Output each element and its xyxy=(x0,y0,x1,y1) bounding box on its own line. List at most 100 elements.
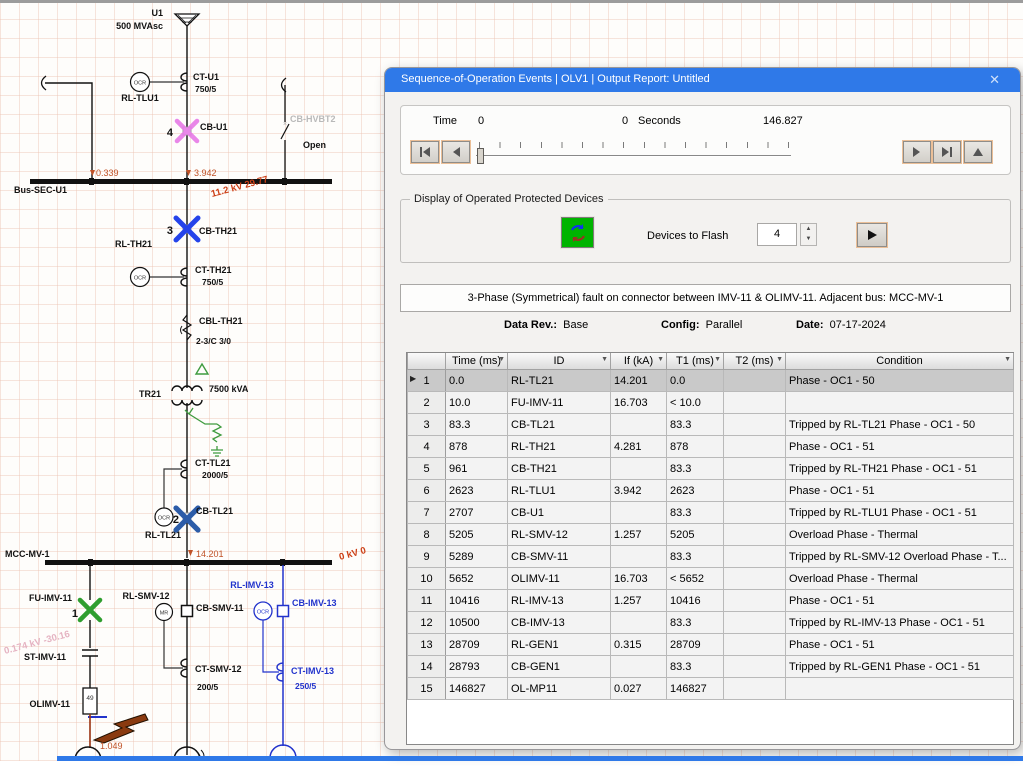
col-condition[interactable]: Condition▼ xyxy=(786,353,1014,370)
contactor-st-imv11[interactable] xyxy=(82,650,98,656)
t2-cell[interactable] xyxy=(724,392,786,414)
col-time[interactable]: Time (ms)▼ xyxy=(446,353,508,370)
row-number-cell[interactable]: 13 xyxy=(408,634,446,656)
time-cell[interactable]: 5289 xyxy=(446,546,508,568)
time-cell[interactable]: 878 xyxy=(446,436,508,458)
event-row[interactable]: 11 10416 RL-IMV-13 1.257 10416 Phase - O… xyxy=(408,590,1014,612)
step-back-button[interactable] xyxy=(442,141,470,163)
row-number-cell[interactable]: 11 xyxy=(408,590,446,612)
row-number-cell[interactable]: 6 xyxy=(408,480,446,502)
fault-current-cell[interactable] xyxy=(611,546,667,568)
t1-cell[interactable]: 146827 xyxy=(667,678,724,700)
event-row[interactable]: 3 83.3 CB-TL21 83.3 Tripped by RL-TL21 P… xyxy=(408,414,1014,436)
col-if[interactable]: If (kA)▼ xyxy=(611,353,667,370)
t2-cell[interactable] xyxy=(724,436,786,458)
fault-current-cell[interactable]: 1.257 xyxy=(611,524,667,546)
t2-cell[interactable] xyxy=(724,612,786,634)
fuse-fu-imv11[interactable] xyxy=(80,600,100,620)
fault-current-cell[interactable] xyxy=(611,502,667,524)
filter-arrow-icon[interactable]: ▼ xyxy=(498,356,505,363)
device-id-cell[interactable]: CB-GEN1 xyxy=(508,656,611,678)
utility-u1-symbol[interactable] xyxy=(175,14,199,179)
device-id-cell[interactable]: OL-MP11 xyxy=(508,678,611,700)
condition-cell[interactable]: Overload Phase - Thermal xyxy=(786,524,1014,546)
t1-cell[interactable]: 2623 xyxy=(667,480,724,502)
t2-cell[interactable] xyxy=(724,502,786,524)
devices-to-flash-spinner[interactable]: ▲ ▼ xyxy=(800,223,817,246)
row-number-cell[interactable]: 2 xyxy=(408,392,446,414)
fault-current-cell[interactable]: 0.315 xyxy=(611,634,667,656)
device-id-cell[interactable]: CB-U1 xyxy=(508,502,611,524)
go-last-button[interactable] xyxy=(933,141,961,163)
time-cell[interactable]: 961 xyxy=(446,458,508,480)
t2-cell[interactable] xyxy=(724,524,786,546)
condition-cell[interactable] xyxy=(786,392,1014,414)
play-flash-button[interactable] xyxy=(857,223,887,247)
t1-cell[interactable]: < 10.0 xyxy=(667,392,724,414)
filter-arrow-icon[interactable]: ▼ xyxy=(714,356,721,363)
fault-current-cell[interactable]: 16.703 xyxy=(611,568,667,590)
breaker-cb-hvbt2[interactable]: × xyxy=(281,78,289,179)
t1-cell[interactable]: < 5652 xyxy=(667,568,724,590)
fault-current-cell[interactable] xyxy=(611,612,667,634)
breaker-cb-smv11[interactable] xyxy=(182,606,193,617)
t2-cell[interactable] xyxy=(724,546,786,568)
t2-cell[interactable] xyxy=(724,458,786,480)
row-number-cell[interactable]: 4 xyxy=(408,436,446,458)
condition-cell[interactable]: Overload Phase - Thermal xyxy=(786,568,1014,590)
device-id-cell[interactable]: RL-GEN1 xyxy=(508,634,611,656)
time-cell[interactable]: 83.3 xyxy=(446,414,508,436)
fault-current-cell[interactable]: 16.703 xyxy=(611,392,667,414)
time-cell[interactable]: 146827 xyxy=(446,678,508,700)
event-row[interactable]: 4 878 RL-TH21 4.281 878 Phase - OC1 - 51 xyxy=(408,436,1014,458)
t2-cell[interactable] xyxy=(724,568,786,590)
device-id-cell[interactable]: RL-TL21 xyxy=(508,370,611,392)
t1-cell[interactable]: 5205 xyxy=(667,524,724,546)
row-number-cell[interactable]: ▶1 xyxy=(408,370,446,392)
condition-cell[interactable]: Tripped by RL-TLU1 Phase - OC1 - 51 xyxy=(786,502,1014,524)
condition-cell[interactable]: Tripped by RL-SMV-12 Overload Phase - T.… xyxy=(786,546,1014,568)
t1-cell[interactable]: 83.3 xyxy=(667,458,724,480)
event-row[interactable]: ▶1 0.0 RL-TL21 14.201 0.0 Phase - OC1 - … xyxy=(408,370,1014,392)
event-row[interactable]: 13 28709 RL-GEN1 0.315 28709 Phase - OC1… xyxy=(408,634,1014,656)
device-id-cell[interactable]: RL-TLU1 xyxy=(508,480,611,502)
event-row[interactable]: 10 5652 OLIMV-11 16.703 < 5652 Overload … xyxy=(408,568,1014,590)
device-id-cell[interactable]: RL-SMV-12 xyxy=(508,524,611,546)
col-id[interactable]: ID▼ xyxy=(508,353,611,370)
t2-cell[interactable] xyxy=(724,414,786,436)
event-row[interactable]: 9 5289 CB-SMV-11 83.3 Tripped by RL-SMV-… xyxy=(408,546,1014,568)
row-number-cell[interactable]: 5 xyxy=(408,458,446,480)
fault-current-cell[interactable]: 1.257 xyxy=(611,590,667,612)
time-cell[interactable]: 5652 xyxy=(446,568,508,590)
device-id-cell[interactable]: OLIMV-11 xyxy=(508,568,611,590)
condition-cell[interactable] xyxy=(786,678,1014,700)
t2-cell[interactable] xyxy=(724,370,786,392)
time-cell[interactable]: 28793 xyxy=(446,656,508,678)
go-first-button[interactable] xyxy=(411,141,439,163)
event-row[interactable]: 12 10500 CB-IMV-13 83.3 Tripped by RL-IM… xyxy=(408,612,1014,634)
time-cell[interactable]: 10416 xyxy=(446,590,508,612)
time-cell[interactable]: 28709 xyxy=(446,634,508,656)
filter-arrow-icon[interactable]: ▼ xyxy=(657,356,664,363)
row-number-cell[interactable]: 7 xyxy=(408,502,446,524)
device-id-cell[interactable]: CB-TL21 xyxy=(508,414,611,436)
event-row[interactable]: 2 10.0 FU-IMV-11 16.703 < 10.0 xyxy=(408,392,1014,414)
t1-cell[interactable]: 83.3 xyxy=(667,546,724,568)
flash-devices-button[interactable] xyxy=(561,217,594,248)
t1-cell[interactable]: 83.3 xyxy=(667,656,724,678)
t2-cell[interactable] xyxy=(724,678,786,700)
t1-cell[interactable]: 83.3 xyxy=(667,414,724,436)
time-slider-track[interactable] xyxy=(476,155,791,157)
fault-current-cell[interactable]: 14.201 xyxy=(611,370,667,392)
condition-cell[interactable]: Tripped by RL-TH21 Phase - OC1 - 51 xyxy=(786,458,1014,480)
left-feeder[interactable] xyxy=(42,76,93,179)
condition-cell[interactable]: Tripped by RL-GEN1 Phase - OC1 - 51 xyxy=(786,656,1014,678)
row-number-cell[interactable]: 12 xyxy=(408,612,446,634)
time-cell[interactable]: 2707 xyxy=(446,502,508,524)
step-forward-button[interactable] xyxy=(903,141,931,163)
time-slider-thumb[interactable] xyxy=(477,148,484,164)
fault-current-cell[interactable]: 4.281 xyxy=(611,436,667,458)
devices-to-flash-input[interactable]: 4 xyxy=(757,223,797,246)
event-row[interactable]: 6 2623 RL-TLU1 3.942 2623 Phase - OC1 - … xyxy=(408,480,1014,502)
filter-arrow-icon[interactable]: ▼ xyxy=(776,356,783,363)
